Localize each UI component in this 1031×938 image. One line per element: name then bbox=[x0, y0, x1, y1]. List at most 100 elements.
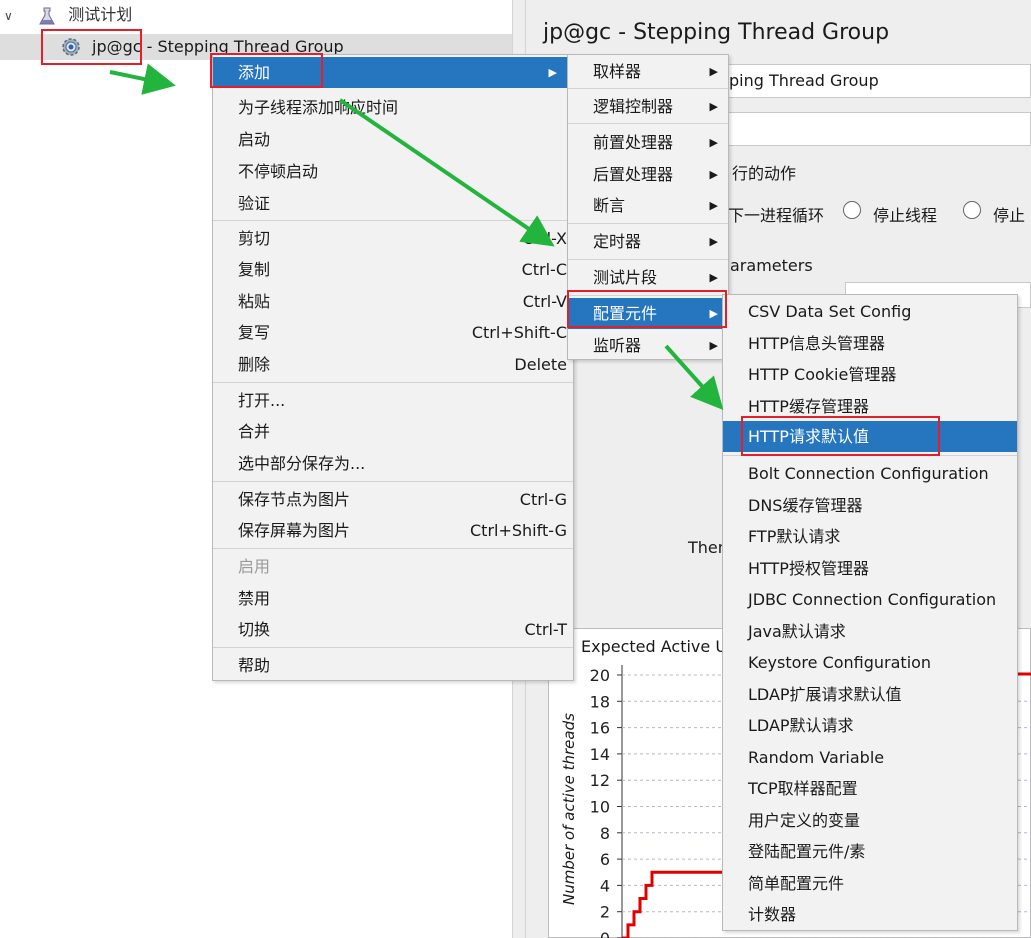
config-menu-item-ldap[interactable]: LDAP默认请求 bbox=[723, 710, 1017, 741]
config-menu-item-ldap[interactable]: LDAP扩展请求默认值 bbox=[723, 679, 1017, 710]
menu-item-label: 启用 bbox=[238, 557, 271, 576]
ctx-menu-item-15[interactable]: 保存屏幕为图片 Ctrl+Shift-G bbox=[213, 515, 573, 546]
config-menu-item-19[interactable]: 简单配置元件 bbox=[723, 868, 1017, 899]
tree-node-test-plan[interactable]: ∨ 测试计划 bbox=[4, 2, 132, 28]
ctx-menu-item-14[interactable]: 保存节点为图片 Ctrl-G bbox=[213, 484, 573, 515]
context-menu: 添加 ▶ 为子线程添加响应时间 启动 不停顿启动 验证 剪切 Ctrl-X 复制 Ctrl-C 粘贴… bbox=[212, 54, 574, 681]
config-menu-item-ftp[interactable]: FTP默认请求 bbox=[723, 521, 1017, 552]
add-menu-item-3[interactable]: 前置处理器 ▶ bbox=[568, 127, 728, 158]
ctx-menu-item-3[interactable]: 启动 bbox=[213, 124, 573, 155]
add-menu-item-2[interactable]: 逻辑控制器 ▶ bbox=[568, 91, 728, 122]
ctx-menu-item-4[interactable]: 不停顿启动 bbox=[213, 156, 573, 187]
menu-item-label: 监听器 bbox=[593, 336, 642, 355]
menu-separator bbox=[568, 259, 728, 260]
add-menu-item-1[interactable]: 取样器 ▶ bbox=[568, 56, 728, 87]
chart-ylabel: Number of active threads bbox=[560, 713, 578, 905]
add-menu-item-7[interactable]: 测试片段 ▶ bbox=[568, 262, 728, 293]
ctx-menu-item-13[interactable]: 选中部分保存为... bbox=[213, 448, 573, 479]
menu-item-label: HTTP缓存管理器 bbox=[748, 397, 869, 416]
config-menu-item-csv-data-set-config[interactable]: CSV Data Set Config bbox=[723, 296, 1017, 327]
menu-separator bbox=[568, 123, 728, 124]
config-menu-item-http-cookie[interactable]: HTTP Cookie管理器 bbox=[723, 359, 1017, 390]
annotation-box-http-defaults bbox=[741, 416, 940, 456]
menu-item-label: Random Variable bbox=[748, 748, 885, 767]
expand-chevron-icon[interactable]: ∨ bbox=[4, 3, 20, 29]
ctx-menu-item-19[interactable]: 帮助 bbox=[213, 650, 573, 681]
config-menu-item-tcp[interactable]: TCP取样器配置 bbox=[723, 773, 1017, 804]
menu-item-label: 定时器 bbox=[593, 232, 642, 251]
menu-item-label: 保存屏幕为图片 bbox=[238, 521, 351, 540]
ctx-menu-item-5[interactable]: 验证 bbox=[213, 188, 573, 219]
config-menu-item-keystore-configuration[interactable]: Keystore Configuration bbox=[723, 647, 1017, 678]
ctx-menu-item-10[interactable]: 删除 Delete bbox=[213, 349, 573, 380]
menu-item-label: 不停顿启动 bbox=[238, 162, 319, 181]
config-menu-item-http[interactable]: HTTP信息头管理器 bbox=[723, 328, 1017, 359]
menu-item-label: 登陆配置元件/素 bbox=[748, 842, 866, 861]
menu-item-label: 测试片段 bbox=[593, 268, 658, 287]
config-element-submenu: CSV Data Set Config HTTP信息头管理器 HTTP Cookie… bbox=[722, 294, 1018, 931]
submenu-arrow-icon: ▶ bbox=[709, 136, 718, 149]
ctx-menu-item-7[interactable]: 复制 Ctrl-C bbox=[213, 254, 573, 285]
ctx-menu-item-6[interactable]: 剪切 Ctrl-X bbox=[213, 223, 573, 254]
menu-item-label: 合并 bbox=[238, 422, 271, 441]
menu-item-label: 为子线程添加响应时间 bbox=[238, 98, 399, 117]
config-menu-item-random-variable[interactable]: Random Variable bbox=[723, 742, 1017, 773]
config-menu-item-18[interactable]: 登陆配置元件/素 bbox=[723, 836, 1017, 867]
submenu-arrow-icon: ▶ bbox=[709, 235, 718, 248]
ctx-menu-item-2[interactable]: 为子线程添加响应时间 bbox=[213, 92, 573, 123]
ctx-menu-item-18[interactable]: 切换 Ctrl-T bbox=[213, 614, 573, 645]
menu-separator bbox=[213, 647, 573, 648]
ctx-menu-item-16: 启用 bbox=[213, 551, 573, 582]
radio-stop-thread-label: 停止线程 bbox=[873, 206, 938, 225]
config-menu-item-dns[interactable]: DNS缓存管理器 bbox=[723, 490, 1017, 521]
menu-item-label: 前置处理器 bbox=[593, 133, 674, 152]
menu-item-label: 删除 bbox=[238, 355, 271, 374]
config-menu-item-20[interactable]: 计数器 bbox=[723, 899, 1017, 930]
shortcut-label: Ctrl+Shift-G bbox=[470, 521, 567, 540]
config-menu-item-jdbc-connection-configuration[interactable]: JDBC Connection Configuration bbox=[723, 584, 1017, 615]
radio-stop-test[interactable] bbox=[963, 201, 981, 219]
menu-item-label: Java默认请求 bbox=[748, 622, 846, 641]
tree-node-label: 测试计划 bbox=[68, 5, 133, 24]
add-menu-item-5[interactable]: 断言 ▶ bbox=[568, 190, 728, 221]
menu-item-label: 打开... bbox=[238, 391, 286, 410]
menu-item-label: 逻辑控制器 bbox=[593, 97, 674, 116]
radio-stop-thread[interactable] bbox=[843, 201, 861, 219]
ctx-menu-item-17[interactable]: 禁用 bbox=[213, 583, 573, 614]
name-field-value: ping Thread Group bbox=[729, 71, 879, 90]
test-plan-icon bbox=[39, 7, 55, 25]
menu-item-label: 启动 bbox=[238, 130, 271, 149]
shortcut-label: Ctrl-V bbox=[522, 292, 567, 311]
menu-item-label: CSV Data Set Config bbox=[748, 302, 912, 321]
config-menu-item-17[interactable]: 用户定义的变量 bbox=[723, 805, 1017, 836]
comments-field[interactable] bbox=[700, 112, 1031, 146]
menu-separator bbox=[213, 548, 573, 549]
menu-separator bbox=[568, 88, 728, 89]
submenu-arrow-icon: ▶ bbox=[709, 168, 718, 181]
menu-item-label: 取样器 bbox=[593, 62, 642, 81]
ctx-menu-item-9[interactable]: 复写 Ctrl+Shift-C bbox=[213, 317, 573, 348]
config-menu-item-java[interactable]: Java默认请求 bbox=[723, 616, 1017, 647]
menu-item-label: 保存节点为图片 bbox=[238, 490, 351, 509]
ctx-menu-item-11[interactable]: 打开... bbox=[213, 385, 573, 416]
menu-item-label: JDBC Connection Configuration bbox=[748, 590, 997, 609]
menu-item-label: 断言 bbox=[593, 196, 626, 215]
config-menu-item-bolt-connection-configuration[interactable]: Bolt Connection Configuration bbox=[723, 458, 1017, 489]
ctx-menu-item-8[interactable]: 粘贴 Ctrl-V bbox=[213, 286, 573, 317]
menu-item-label: 切换 bbox=[238, 620, 271, 639]
config-menu-item-http[interactable]: HTTP授权管理器 bbox=[723, 553, 1017, 584]
menu-item-label: Keystore Configuration bbox=[748, 653, 932, 672]
menu-item-label: FTP默认请求 bbox=[748, 527, 841, 546]
submenu-arrow-icon: ▶ bbox=[709, 199, 718, 212]
submenu-arrow-icon: ▶ bbox=[709, 271, 718, 284]
add-menu-item-4[interactable]: 后置处理器 ▶ bbox=[568, 159, 728, 190]
chart-title: Expected Active U bbox=[581, 637, 728, 656]
ctx-menu-item-12[interactable]: 合并 bbox=[213, 416, 573, 447]
menu-item-label: LDAP扩展请求默认值 bbox=[748, 685, 902, 704]
menu-item-label: 计数器 bbox=[748, 905, 797, 924]
menu-item-label: 复制 bbox=[238, 260, 271, 279]
menu-separator bbox=[213, 481, 573, 482]
add-menu-item-6[interactable]: 定时器 ▶ bbox=[568, 226, 728, 257]
add-menu-item-9[interactable]: 监听器 ▶ bbox=[568, 330, 728, 361]
name-field[interactable]: ping Thread Group bbox=[700, 64, 1031, 98]
